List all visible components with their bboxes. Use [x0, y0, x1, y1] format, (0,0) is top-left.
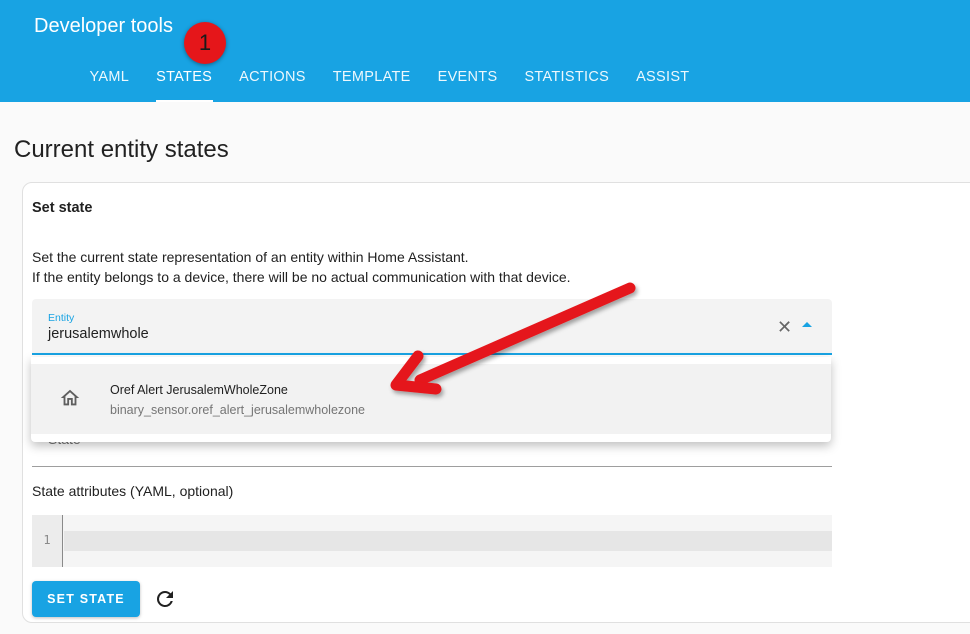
description-line-2: If the entity belongs to a device, there… — [32, 269, 571, 285]
attributes-label: State attributes (YAML, optional) — [32, 483, 234, 499]
editor-line-number: 1 — [32, 515, 63, 567]
entity-field-label: Entity — [48, 312, 75, 324]
caret-up-icon[interactable] — [802, 322, 812, 327]
tab-states[interactable]: STATES — [143, 56, 226, 102]
entity-combobox[interactable]: Entity jerusalemwhole ✕ — [32, 299, 832, 355]
tab-template[interactable]: TEMPLATE — [319, 56, 424, 102]
set-state-button[interactable]: SET STATE — [32, 581, 140, 617]
tab-events[interactable]: EVENTS — [424, 56, 511, 102]
card-description: Set the current state representation of … — [32, 247, 571, 287]
refresh-icon[interactable] — [153, 587, 177, 611]
suggestion-item[interactable]: Oref Alert JerusalemWholeZone binary_sen… — [31, 364, 831, 434]
suggestion-name: Oref Alert JerusalemWholeZone — [110, 383, 288, 397]
clear-icon[interactable]: ✕ — [777, 317, 792, 338]
annotation-step-badge: 1 — [184, 22, 226, 64]
editor-active-line[interactable] — [64, 531, 832, 551]
yaml-editor[interactable]: 1 — [32, 515, 832, 567]
entity-input[interactable]: jerusalemwhole — [48, 326, 149, 342]
page-title: Current entity states — [14, 136, 229, 163]
tab-yaml[interactable]: YAML — [76, 56, 143, 102]
top-app-bar: Developer tools YAML STATES ACTIONS TEMP… — [0, 0, 970, 102]
tab-actions[interactable]: ACTIONS — [226, 56, 320, 102]
tab-bar: YAML STATES ACTIONS TEMPLATE EVENTS STAT… — [76, 56, 703, 102]
tab-statistics[interactable]: STATISTICS — [511, 56, 623, 102]
card-title: Set state — [32, 200, 93, 216]
description-line-1: Set the current state representation of … — [32, 249, 469, 265]
entity-suggestions-dropdown: Oref Alert JerusalemWholeZone binary_sen… — [31, 357, 831, 442]
app-title: Developer tools — [34, 15, 173, 37]
tab-assist[interactable]: ASSIST — [623, 56, 703, 102]
home-icon — [60, 389, 80, 406]
suggestion-entity-id: binary_sensor.oref_alert_jerusalemwholez… — [110, 403, 366, 417]
